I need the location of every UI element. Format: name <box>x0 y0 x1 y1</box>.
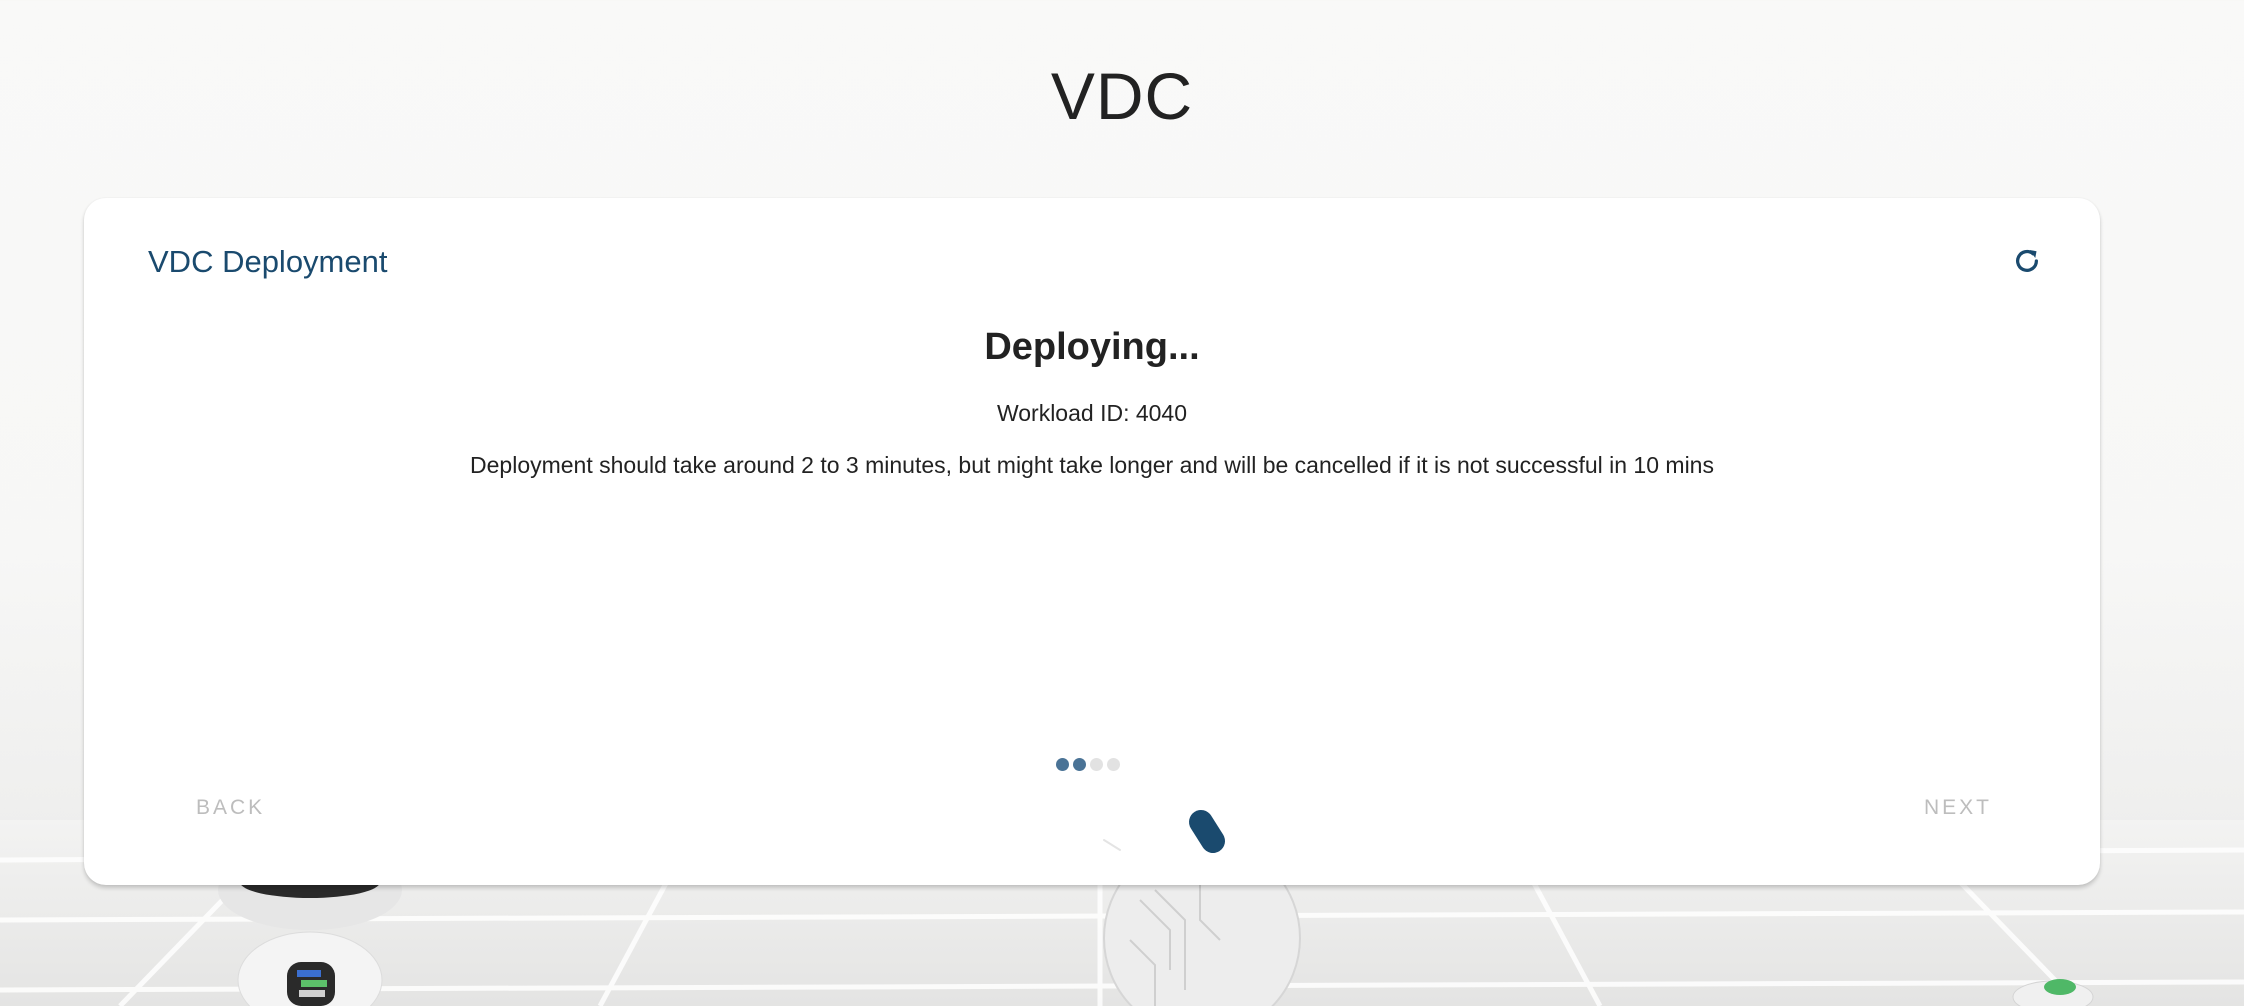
step-indicator <box>1056 758 1120 771</box>
card-title: VDC Deployment <box>148 244 388 279</box>
background-robot-left <box>215 850 415 1006</box>
refresh-icon <box>2012 246 2042 281</box>
status-title: Deploying... <box>984 326 1200 368</box>
deployment-card: VDC Deployment Deploying... Workload ID:… <box>84 198 2100 885</box>
step-dot <box>1090 758 1103 771</box>
background-device-right <box>2008 975 2098 1006</box>
step-dot <box>1073 758 1086 771</box>
back-button[interactable]: BACK <box>196 796 265 820</box>
workload-id: Workload ID: 4040 <box>996 400 1188 426</box>
loading-spinner <box>1000 638 1240 898</box>
deployment-message: Deployment should take around 2 to 3 min… <box>470 452 1714 478</box>
page-title: VDC <box>1050 59 1194 133</box>
background-sphere-center <box>1100 839 1305 1006</box>
refresh-button[interactable] <box>2004 240 2050 286</box>
step-dot <box>1056 758 1069 771</box>
next-button[interactable]: NEXT <box>1924 796 1992 820</box>
step-dot <box>1107 758 1120 771</box>
